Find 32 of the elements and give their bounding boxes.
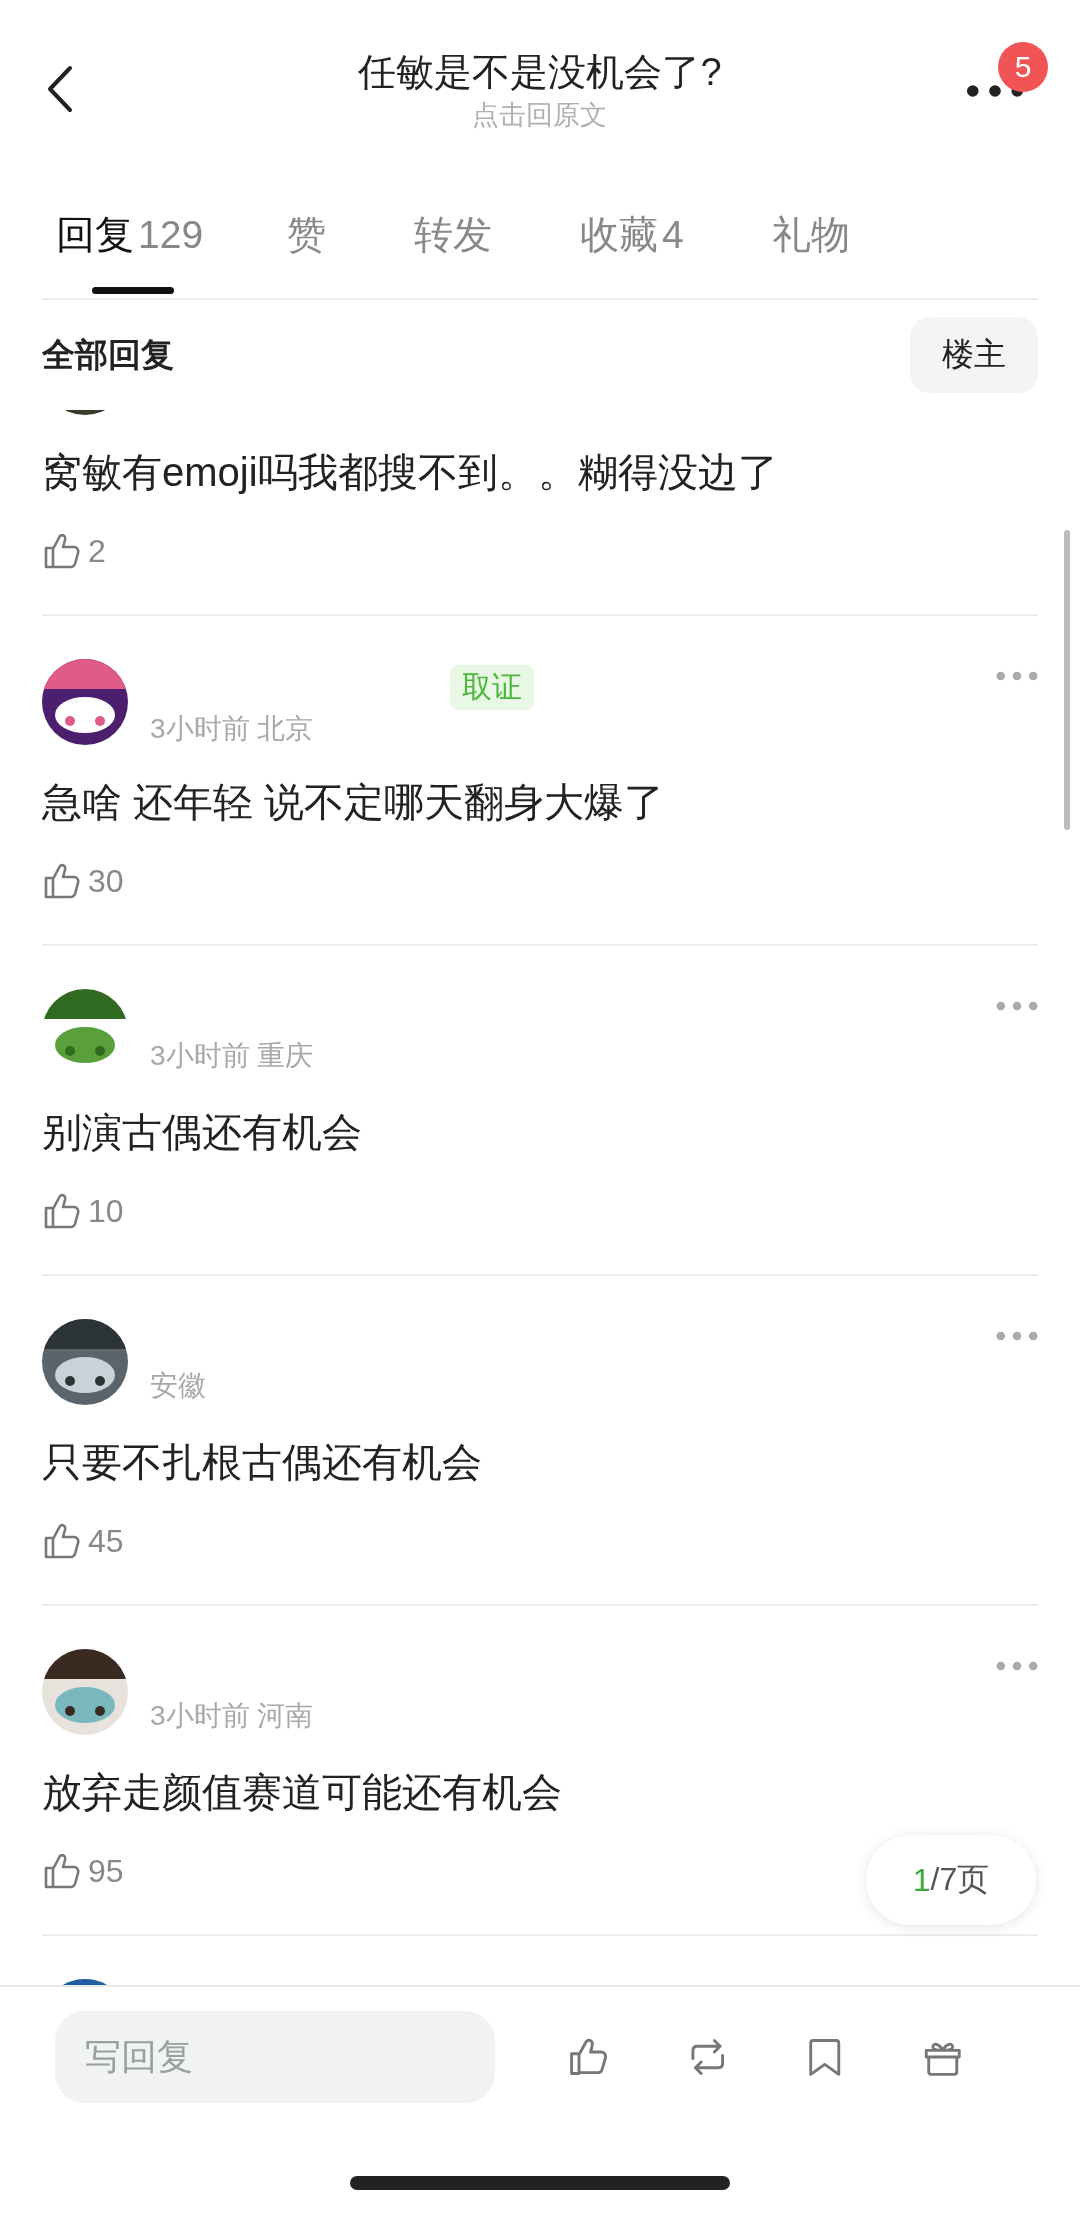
back-to-post-link[interactable]: 点击回原文	[472, 98, 608, 132]
user-badge: 取证	[450, 665, 534, 710]
comment-text: 窝敏有emoji吗我都搜不到。。糊得没边了	[42, 449, 779, 496]
comment-meta: 安徽	[150, 1369, 206, 1403]
thumbs-up-icon	[42, 1191, 82, 1231]
notification-badge: 5	[998, 42, 1048, 92]
like-button[interactable]: 45	[42, 1511, 124, 1571]
post-title: 任敏是不是没机会了?	[358, 50, 722, 95]
tab[interactable]: 赞	[287, 208, 327, 298]
comment-meta: 3小时前 河南	[150, 1699, 314, 1733]
thumbs-up-icon	[42, 861, 82, 901]
tab[interactable]: 礼物	[771, 208, 850, 298]
thumbs-up-icon	[42, 1521, 82, 1561]
like-button[interactable]: 10	[42, 1181, 124, 1241]
comment-meta: 3小时前 重庆	[150, 1039, 314, 1073]
like-button[interactable]: 2	[42, 521, 106, 581]
like-button[interactable]: 95	[42, 1841, 124, 1901]
tab[interactable]: 回复 129	[56, 208, 204, 298]
comment-text: 别演古偶还有机会	[42, 1109, 363, 1156]
reply-input-field[interactable]: 写回复	[55, 2011, 495, 2103]
comment-meta: 3小时前 北京	[150, 712, 315, 746]
like-button[interactable]: 30	[42, 851, 124, 911]
tab[interactable]: 收藏4	[580, 208, 684, 298]
thumbs-up-icon	[42, 531, 82, 571]
comment-text: 放弃走颜值赛道可能还有机会	[42, 1769, 563, 1816]
author-filter-button[interactable]: 楼主	[910, 317, 1038, 393]
page-indicator[interactable]: 1/7页	[866, 1835, 1036, 1925]
tab[interactable]: 转发	[414, 208, 493, 298]
section-label: 全部回复	[42, 334, 174, 375]
comment-text: 只要不扎根古偶还有机会	[42, 1439, 483, 1486]
comment-text: 急啥 还年轻 说不定哪天翻身大爆了	[42, 779, 666, 826]
thumbs-up-icon	[42, 1851, 82, 1891]
